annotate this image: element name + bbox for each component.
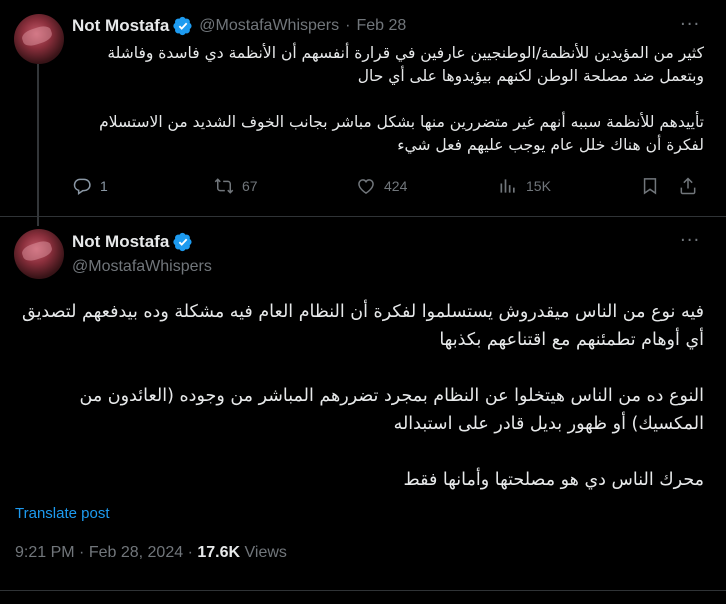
post-date[interactable]: Feb 28, 2024 — [89, 544, 183, 561]
tweet-2-text: فيه نوع من الناس ميقدروش يستسلموا لفكرة … — [21, 302, 704, 490]
reply-count: 1 — [100, 178, 108, 194]
more-icon[interactable]: ··· — [680, 14, 700, 35]
reply-button[interactable]: 1 — [72, 176, 108, 196]
repost-count: 67 — [242, 178, 258, 194]
avatar[interactable] — [14, 14, 64, 64]
share-icon — [680, 177, 696, 195]
share-button[interactable] — [678, 176, 706, 196]
separator: · — [345, 17, 351, 34]
separator: · — [187, 544, 193, 561]
verified-badge-icon[interactable] — [173, 16, 193, 36]
thread-line — [37, 64, 39, 226]
post-meta: 9:21 PM · Feb 28, 2024 · 17.6K Views — [15, 544, 287, 562]
tweet-1-header: Not Mostafa @MostafaWhispers · Feb 28 — [72, 16, 406, 36]
views-total: 17.6K — [197, 544, 241, 561]
views-label: Views — [244, 544, 287, 561]
like-icon — [358, 179, 374, 194]
views-count: 15K — [526, 178, 551, 194]
handle[interactable]: @MostafaWhispers — [72, 258, 212, 276]
handle[interactable]: @MostafaWhispers — [199, 17, 339, 35]
translate-post-link[interactable]: Translate post — [15, 505, 110, 522]
post-date[interactable]: Feb 28 — [356, 17, 406, 35]
tweet-2-header: Not Mostafa — [72, 232, 193, 252]
separator: · — [79, 544, 85, 561]
like-button[interactable]: 424 — [356, 176, 407, 196]
display-name[interactable]: Not Mostafa — [72, 16, 169, 36]
divider — [0, 590, 726, 591]
post-time[interactable]: 9:21 PM — [15, 544, 75, 561]
repost-button[interactable]: 67 — [214, 176, 258, 196]
tweet-1-text: كثير من المؤيدين للأنظمة/الوطنجيين عارفي… — [99, 44, 704, 154]
reply-icon — [73, 178, 91, 195]
views-icon — [500, 179, 515, 193]
verified-badge-icon[interactable] — [173, 232, 193, 252]
bookmark-button[interactable] — [640, 176, 668, 196]
like-count: 424 — [384, 178, 408, 194]
action-bar: 1 67 424 15K — [72, 176, 708, 202]
avatar[interactable] — [14, 229, 64, 279]
views-button[interactable]: 15K — [498, 176, 551, 196]
display-name[interactable]: Not Mostafa — [72, 232, 169, 252]
repost-icon — [214, 178, 234, 194]
more-icon[interactable]: ··· — [680, 230, 700, 251]
bookmark-icon — [643, 178, 657, 195]
tweet-1[interactable]: Not Mostafa @MostafaWhispers · Feb 28 ··… — [0, 0, 726, 226]
